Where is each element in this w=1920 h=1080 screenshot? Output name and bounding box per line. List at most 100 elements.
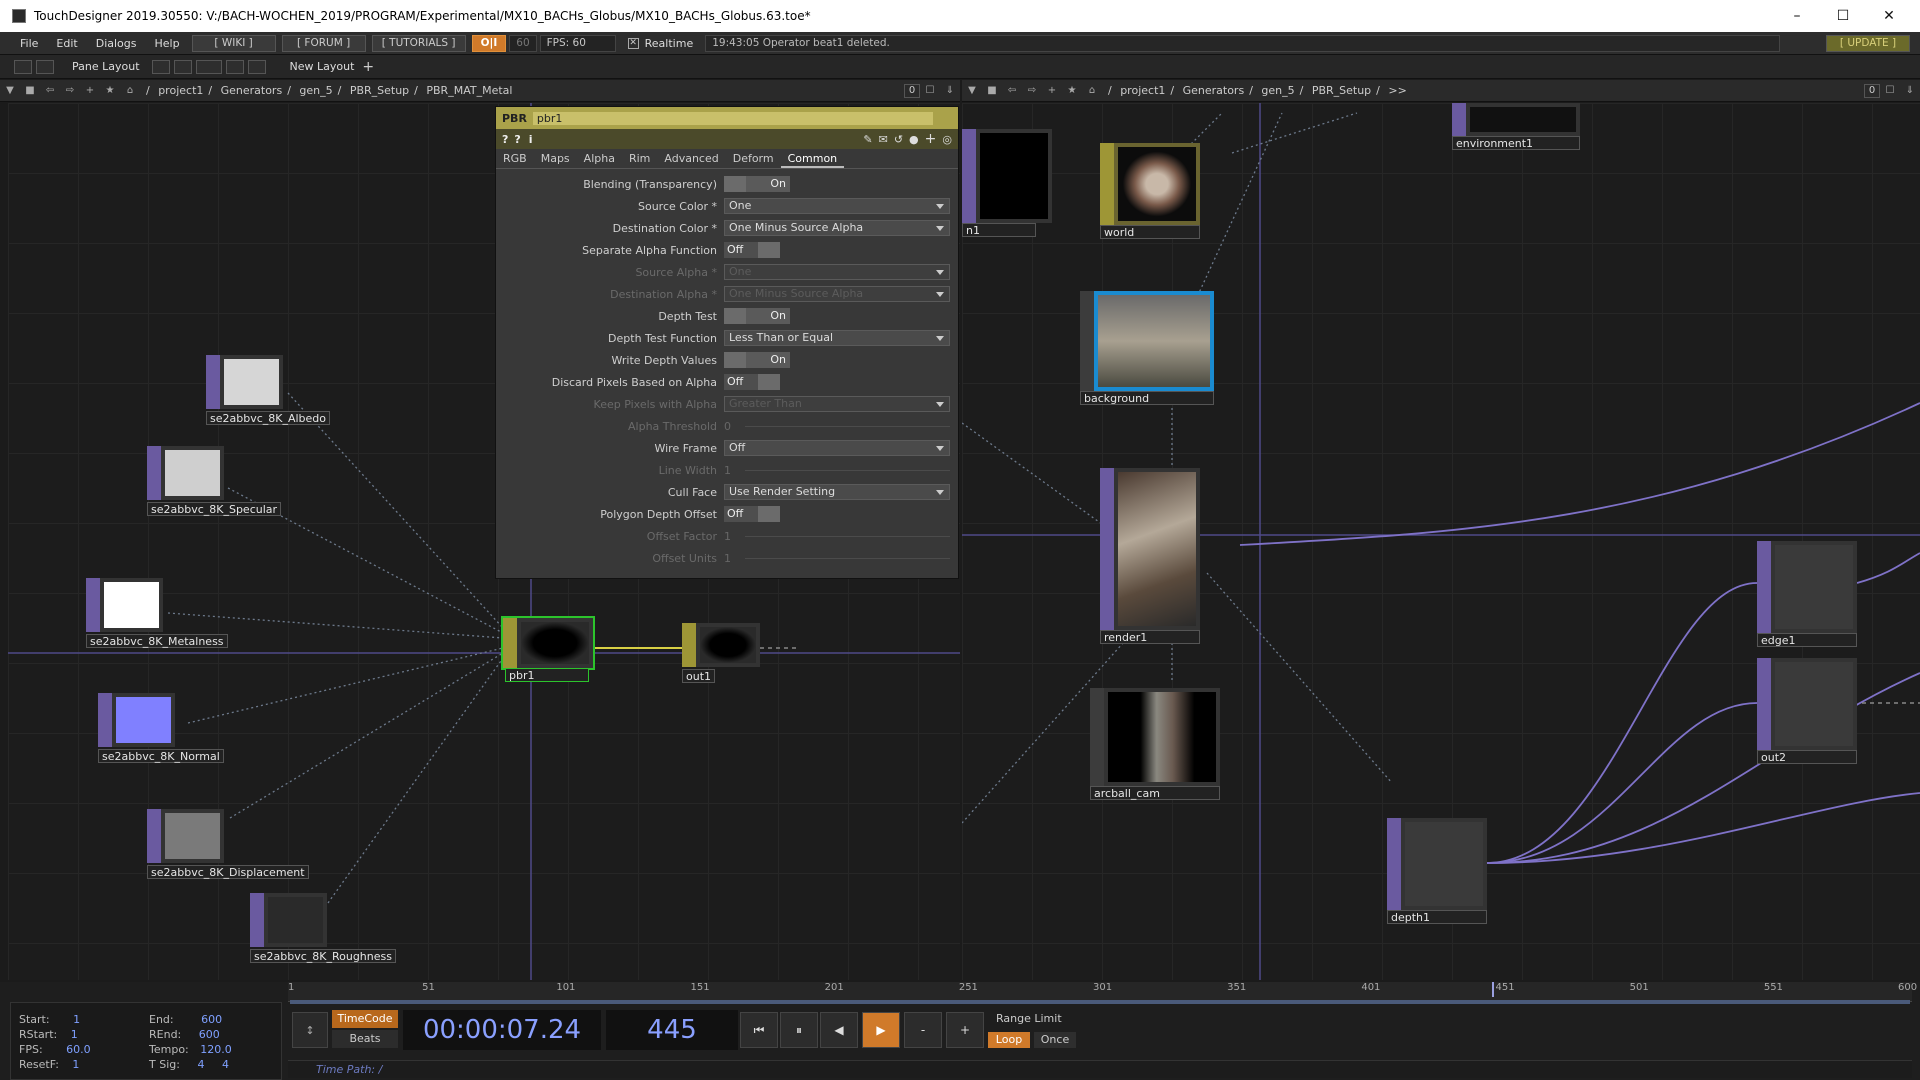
- reset-icon[interactable]: ↺: [894, 133, 903, 146]
- tab-advanced[interactable]: Advanced: [657, 150, 725, 168]
- forum-button[interactable]: [ FORUM ]: [281, 34, 366, 52]
- pause-button[interactable]: ⏸: [780, 1012, 818, 1048]
- tab-maps[interactable]: Maps: [534, 150, 577, 168]
- param-number[interactable]: 0: [724, 418, 950, 434]
- info-icon[interactable]: i: [529, 133, 533, 146]
- timeline-range-bar[interactable]: [290, 1000, 1910, 1004]
- left-pane-max-icon[interactable]: ☐: [922, 84, 938, 98]
- step-plus-button[interactable]: +: [946, 1012, 984, 1048]
- tab-alpha[interactable]: Alpha: [577, 150, 622, 168]
- node-edge1[interactable]: edge1: [1757, 541, 1857, 647]
- right-pane-zero[interactable]: 0: [1864, 83, 1880, 98]
- param-toggle[interactable]: Off: [724, 374, 780, 390]
- bookmark-icon[interactable]: ★: [102, 84, 118, 98]
- param-slider[interactable]: [745, 425, 950, 427]
- start-value[interactable]: 1: [73, 1013, 80, 1026]
- menu-edit[interactable]: Edit: [47, 37, 86, 50]
- timeline-expand-button[interactable]: ↕: [292, 1012, 328, 1048]
- param-number[interactable]: 1: [724, 462, 950, 478]
- param-op-name[interactable]: pbr1: [532, 111, 933, 125]
- step-back-button[interactable]: ◀: [820, 1012, 858, 1048]
- right-pane-max-icon[interactable]: ☐: [1882, 84, 1898, 98]
- node-displacement[interactable]: se2abbvc_8K_Displacement: [147, 809, 309, 879]
- node-environment1[interactable]: environment1: [1452, 103, 1580, 150]
- tab-common[interactable]: Common: [780, 150, 845, 168]
- right-pane-dl-icon[interactable]: ⇓: [1902, 84, 1918, 98]
- forward-icon-right[interactable]: ⇨: [1024, 84, 1040, 98]
- bookmark-icon-right[interactable]: ★: [1064, 84, 1080, 98]
- layout-four-icon[interactable]: [247, 59, 266, 74]
- param-menu[interactable]: One Minus Source Alpha: [724, 220, 950, 236]
- pane-type-icon-right[interactable]: ■: [984, 84, 1000, 98]
- tab-rim[interactable]: Rim: [622, 150, 657, 168]
- node-normal[interactable]: se2abbvc_8K_Normal: [98, 693, 224, 763]
- param-menu[interactable]: Off: [724, 440, 950, 456]
- new-layout-label[interactable]: New Layout: [290, 60, 355, 73]
- end-value[interactable]: 600: [201, 1013, 222, 1026]
- node-world[interactable]: world: [1100, 143, 1200, 239]
- edit-icon[interactable]: ✎: [863, 133, 872, 146]
- time-display[interactable]: 00:00:07.24: [403, 1010, 601, 1050]
- param-slider[interactable]: [745, 535, 950, 537]
- menu-file[interactable]: File: [0, 37, 47, 50]
- param-menu[interactable]: One: [724, 264, 950, 280]
- left-pane-zero[interactable]: 0: [904, 83, 920, 98]
- rewind-button[interactable]: ⏮: [740, 1012, 778, 1048]
- node-albedo[interactable]: se2abbvc_8K_Albedo: [206, 355, 331, 425]
- comment-icon[interactable]: ✉: [879, 133, 888, 146]
- tempo-value[interactable]: 120.0: [200, 1043, 232, 1056]
- crumb-project1[interactable]: project1: [158, 84, 203, 97]
- tsig-num[interactable]: 4: [197, 1058, 204, 1071]
- close-button[interactable]: ✕: [1866, 0, 1912, 32]
- right-network-editor[interactable]: n1 world background render1 arcball_cam …: [962, 103, 1920, 980]
- layout-three-icon[interactable]: [225, 59, 244, 74]
- param-number[interactable]: 1: [724, 550, 950, 566]
- add-param-icon[interactable]: +: [925, 131, 937, 147]
- add-layout-icon[interactable]: +: [362, 59, 374, 75]
- crumb-generators-r[interactable]: Generators: [1183, 84, 1245, 97]
- reset-value[interactable]: 1: [72, 1058, 79, 1071]
- time-path[interactable]: Time Path: /: [288, 1060, 1912, 1078]
- param-menu[interactable]: Less Than or Equal: [724, 330, 950, 346]
- python-icon[interactable]: ●: [909, 133, 919, 146]
- crumb-gen5-r[interactable]: gen_5: [1261, 84, 1294, 97]
- back-icon[interactable]: ⇦: [42, 84, 58, 98]
- maximize-button[interactable]: ☐: [1820, 0, 1866, 32]
- layout-single-icon[interactable]: [151, 59, 170, 74]
- beats-button[interactable]: Beats: [332, 1030, 398, 1048]
- crumb-pbr-setup-r[interactable]: PBR_Setup: [1312, 84, 1371, 97]
- fps-value[interactable]: 60.0: [66, 1043, 91, 1056]
- crumb-gen5[interactable]: gen_5: [299, 84, 332, 97]
- param-number[interactable]: 1: [724, 528, 950, 544]
- left-pane-dl-icon[interactable]: ⇓: [942, 84, 958, 98]
- param-toggle[interactable]: On: [724, 176, 790, 192]
- pane-menu-icon-right[interactable]: ▼: [964, 84, 980, 98]
- playhead[interactable]: [1492, 982, 1494, 997]
- help-icon[interactable]: ?: [502, 133, 508, 146]
- tsig-den[interactable]: 4: [222, 1058, 229, 1071]
- node-depth1[interactable]: depth1: [1387, 818, 1487, 924]
- node-metalness[interactable]: se2abbvc_8K_Metalness: [86, 578, 228, 648]
- node-specular[interactable]: se2abbvc_8K_Specular: [147, 446, 282, 516]
- fps-cap[interactable]: 60: [509, 34, 537, 52]
- rstart-value[interactable]: 1: [71, 1028, 78, 1041]
- timeline-ruler[interactable]: 1 51 101 151 201 251 301 351 401 451 501 551 600: [288, 982, 1917, 1002]
- once-button[interactable]: Once: [1034, 1032, 1076, 1048]
- home-icon-right[interactable]: ⌂: [1084, 84, 1100, 98]
- param-menu[interactable]: Greater Than: [724, 396, 950, 412]
- layout-vsplit-icon[interactable]: [173, 59, 192, 74]
- tab-deform[interactable]: Deform: [726, 150, 781, 168]
- menu-help[interactable]: Help: [146, 37, 189, 50]
- param-slider[interactable]: [745, 469, 950, 471]
- param-menu[interactable]: One: [724, 198, 950, 214]
- add-icon-right[interactable]: +: [1044, 84, 1060, 98]
- frame-display[interactable]: 445: [606, 1010, 738, 1050]
- pane-type-icon[interactable]: ■: [22, 84, 38, 98]
- step-minus-button[interactable]: -: [904, 1012, 942, 1048]
- param-menu[interactable]: One Minus Source Alpha: [724, 286, 950, 302]
- crumb-pbr-setup[interactable]: PBR_Setup: [350, 84, 409, 97]
- realtime-checkbox[interactable]: ✕: [627, 37, 639, 49]
- node-background[interactable]: background: [1080, 291, 1214, 405]
- python-help-icon[interactable]: ?: [514, 133, 520, 146]
- tab-rgb[interactable]: RGB: [496, 150, 534, 168]
